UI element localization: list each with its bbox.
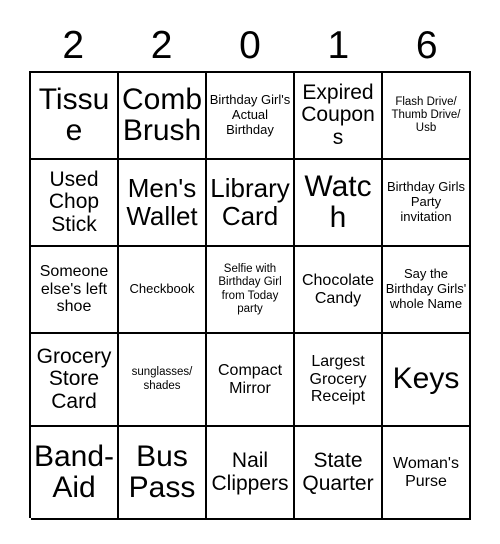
bingo-cell-label: State Quarter	[302, 449, 374, 495]
bingo-cell[interactable]: Flash Drive/ Thumb Drive/ Usb	[383, 73, 471, 160]
bingo-row: Tissue Comb Brush Birthday Girl's Actual…	[31, 73, 471, 160]
bingo-row: Used Chop Stick Men's Wallet Library Car…	[31, 160, 471, 247]
bingo-cell[interactable]: Say the Birthday Girls' whole Name	[383, 247, 471, 334]
bingo-cell-label: Selfie with Birthday Girl from Today par…	[218, 262, 282, 315]
header-number-text: 1	[327, 23, 350, 67]
bingo-cell-label: Men's Wallet	[126, 173, 198, 231]
header-number-0: 2	[29, 19, 117, 71]
bingo-cell[interactable]: Men's Wallet	[119, 160, 207, 247]
header-number-text: 2	[62, 23, 85, 67]
header-number-text: 0	[239, 23, 261, 67]
bingo-grid: Tissue Comb Brush Birthday Girl's Actual…	[29, 71, 471, 520]
bingo-cell[interactable]: Grocery Store Card	[31, 334, 119, 427]
bingo-cell[interactable]: Birthday Girl's Actual Birthday	[207, 73, 295, 160]
header-number-1: 2	[117, 19, 205, 71]
bingo-cell-label: Birthday Girl's Actual Birthday	[209, 92, 291, 137]
bingo-cell-label: Largest Grocery Receipt	[309, 352, 367, 406]
bingo-cell-label: Birthday Girls Party invitation	[386, 179, 466, 224]
bingo-cell[interactable]: Watch	[295, 160, 383, 247]
bingo-cell[interactable]: Keys	[383, 334, 471, 427]
header-number-3: 1	[294, 19, 382, 71]
header-number-2: 0	[206, 19, 294, 71]
bingo-cell[interactable]: State Quarter	[295, 427, 383, 520]
bingo-cell[interactable]: Selfie with Birthday Girl from Today par…	[207, 247, 295, 334]
bingo-cell-label: Comb Brush	[121, 82, 203, 147]
bingo-cell-label: Chocolate Candy	[301, 271, 375, 307]
bingo-cell-label: Band-Aid	[33, 439, 115, 504]
bingo-cell[interactable]: Compact Mirror	[207, 334, 295, 427]
bingo-row: Band-Aid Bus Pass Nail Clippers State Qu…	[31, 427, 471, 520]
bingo-header-row: 2 2 0 1 6	[29, 19, 471, 71]
bingo-cell[interactable]: Band-Aid	[31, 427, 119, 520]
bingo-cell[interactable]: Expired Coupons	[295, 73, 383, 160]
bingo-cell-label: Keys	[392, 362, 460, 396]
bingo-cell-label: sunglasses/ shades	[131, 366, 193, 392]
bingo-cell-label: Bus Pass	[128, 439, 196, 504]
bingo-cell[interactable]: Woman's Purse	[383, 427, 471, 520]
bingo-cell[interactable]: Checkbook	[119, 247, 207, 334]
bingo-cell[interactable]: Someone else's left shoe	[31, 247, 119, 334]
bingo-cell[interactable]: Used Chop Stick	[31, 160, 119, 247]
bingo-cell[interactable]: sunglasses/ shades	[119, 334, 207, 427]
bingo-cell-label: Library Card	[210, 173, 290, 231]
bingo-cell-label: Checkbook	[129, 281, 195, 297]
bingo-cell[interactable]: Bus Pass	[119, 427, 207, 520]
bingo-cell-label: Expired Coupons	[301, 81, 375, 149]
bingo-cell-label: Nail Clippers	[211, 449, 289, 495]
bingo-cell[interactable]: Chocolate Candy	[295, 247, 383, 334]
bingo-card: 2 2 0 1 6 Tissue Comb Brush Birthday Gir…	[29, 19, 471, 520]
bingo-cell-label: Say the Birthday Girls' whole Name	[385, 266, 467, 311]
bingo-cell[interactable]: Tissue	[31, 73, 119, 160]
bingo-cell[interactable]: Largest Grocery Receipt	[295, 334, 383, 427]
bingo-cell[interactable]: Birthday Girls Party invitation	[383, 160, 471, 247]
bingo-cell-label: Someone else's left shoe	[39, 262, 109, 316]
bingo-row: Grocery Store Card sunglasses/ shades Co…	[31, 334, 471, 427]
bingo-cell-label: Used Chop Stick	[48, 168, 100, 236]
bingo-cell-label: Tissue	[38, 82, 110, 147]
bingo-row: Someone else's left shoe Checkbook Selfi…	[31, 247, 471, 334]
bingo-cell[interactable]: Library Card	[207, 160, 295, 247]
bingo-cell-label: Watch	[304, 169, 372, 234]
bingo-cell[interactable]: Comb Brush	[119, 73, 207, 160]
bingo-cell-label: Flash Drive/ Thumb Drive/ Usb	[391, 95, 461, 135]
header-number-text: 6	[415, 23, 438, 67]
header-number-4: 6	[383, 19, 471, 71]
bingo-cell-label: Grocery Store Card	[36, 345, 112, 413]
bingo-cell[interactable]: Nail Clippers	[207, 427, 295, 520]
bingo-cell-label: Woman's Purse	[393, 454, 459, 490]
header-number-text: 2	[150, 23, 173, 67]
bingo-cell-label: Compact Mirror	[217, 361, 283, 397]
